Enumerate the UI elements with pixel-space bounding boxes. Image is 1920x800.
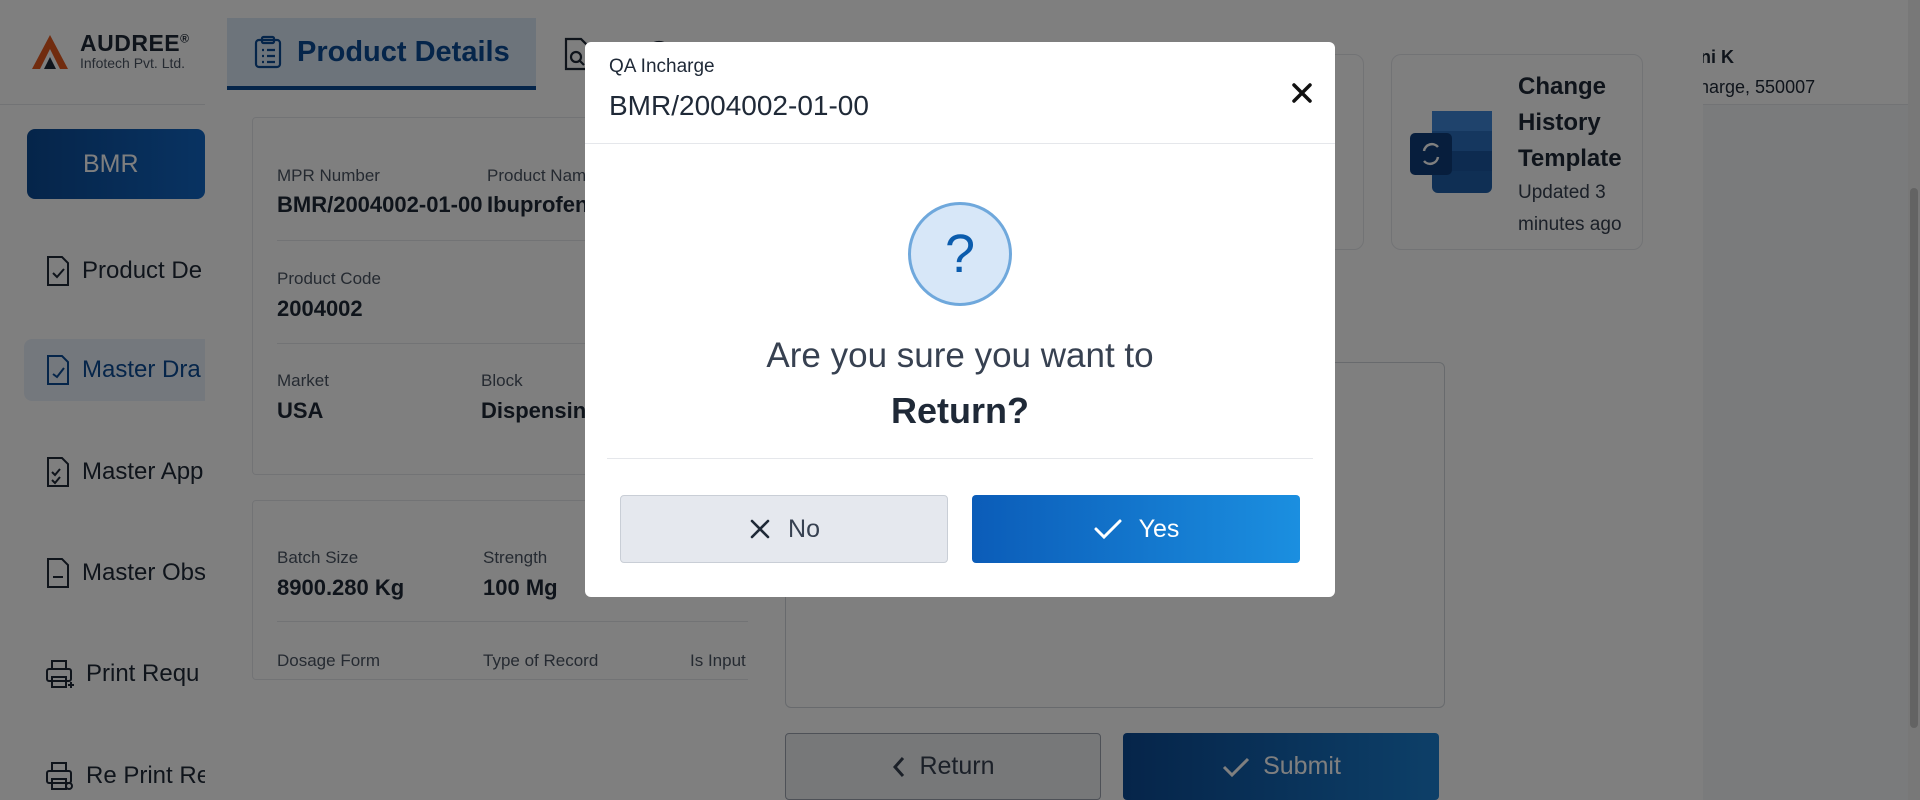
no-button[interactable]: No: [620, 495, 948, 563]
confirm-dialog: QA Incharge BMR/2004002-01-00 ? Are you …: [585, 42, 1335, 597]
dialog-message-line1: Are you sure you want to: [766, 336, 1154, 375]
question-icon: ?: [908, 202, 1012, 306]
yes-button-label: Yes: [1138, 514, 1180, 543]
close-button[interactable]: [1287, 78, 1317, 108]
dialog-divider: [607, 458, 1313, 459]
close-icon: [750, 519, 770, 539]
dialog-title: BMR/2004002-01-00: [609, 90, 869, 121]
no-button-label: No: [788, 514, 820, 543]
check-icon: [1094, 519, 1122, 540]
dialog-role: QA Incharge: [609, 56, 715, 77]
yes-button[interactable]: Yes: [972, 495, 1300, 563]
close-icon: [1292, 83, 1312, 103]
dialog-header: QA Incharge BMR/2004002-01-00: [585, 42, 1335, 144]
dialog-message-line2: Return?: [891, 390, 1029, 431]
